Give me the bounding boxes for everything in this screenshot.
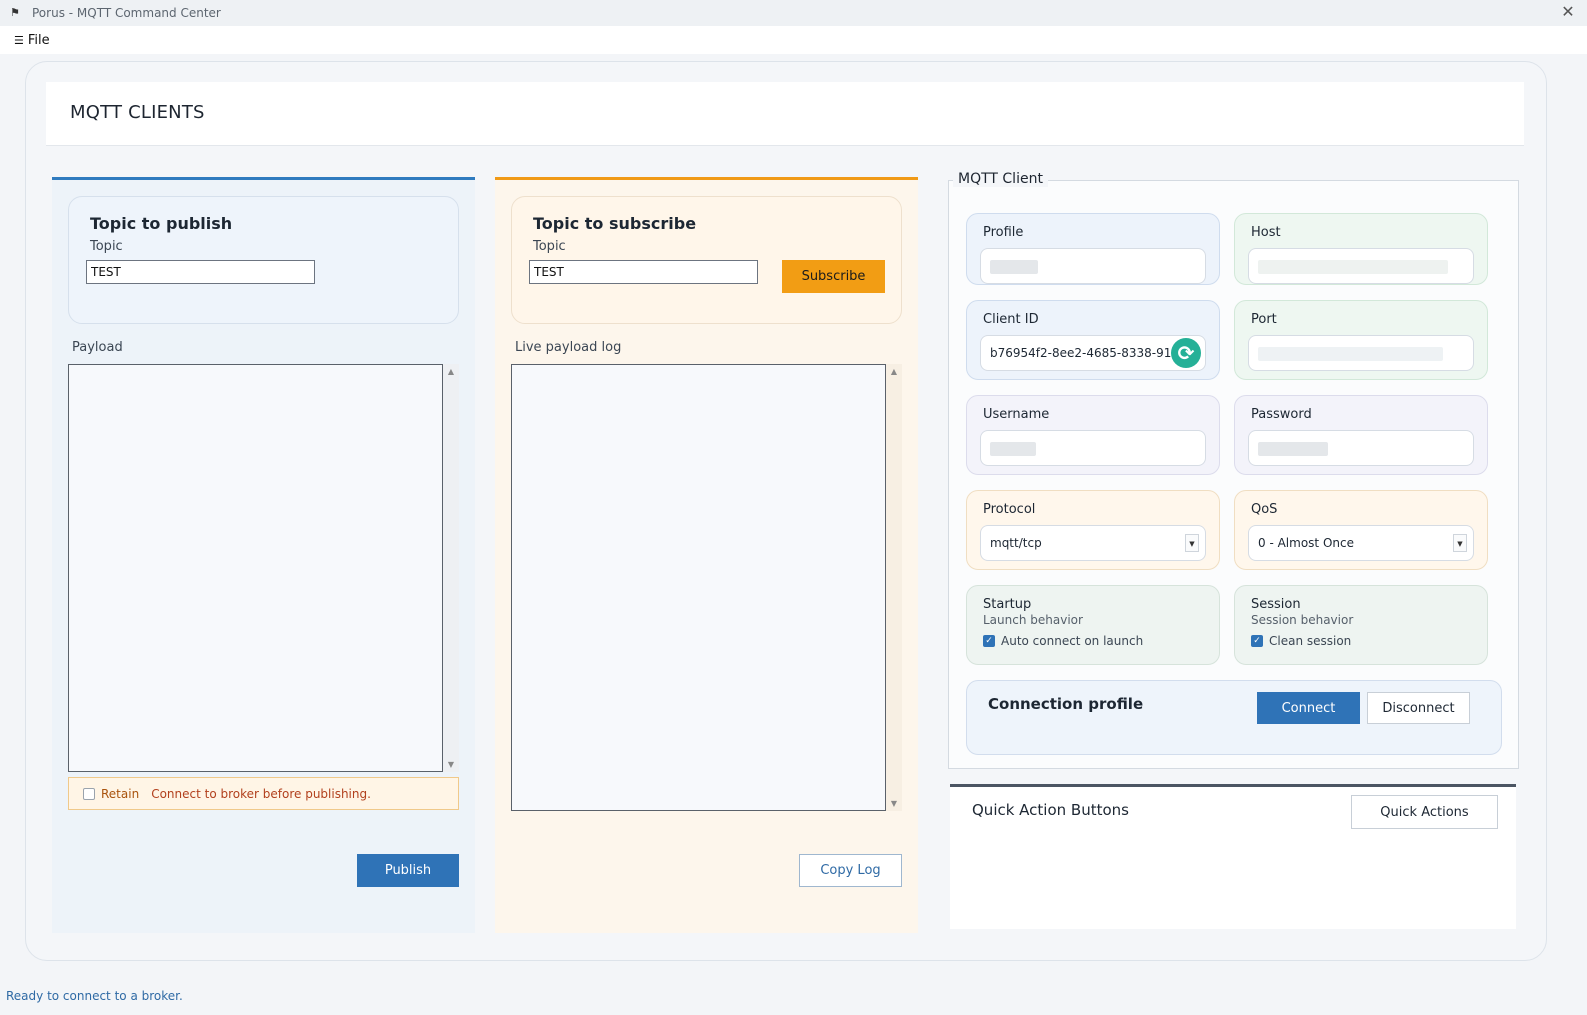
page-title: MQTT CLIENTS bbox=[70, 102, 205, 123]
publish-card-title: Topic to publish bbox=[90, 214, 233, 233]
port-input[interactable] bbox=[1248, 335, 1474, 371]
auto-connect-checkbox[interactable]: ✓ Auto connect on launch bbox=[983, 634, 1143, 648]
password-input[interactable] bbox=[1248, 430, 1474, 466]
publish-panel: Topic to publish Topic Payload ▲ ▼ Retai… bbox=[52, 177, 475, 933]
menu-file[interactable]: ☰ File bbox=[14, 33, 50, 48]
protocol-value: mqtt/tcp bbox=[990, 536, 1042, 550]
auto-connect-label: Auto connect on launch bbox=[1001, 634, 1144, 648]
connection-profile-card: Connection profile Connect Disconnect bbox=[966, 680, 1502, 755]
client-id-label: Client ID bbox=[983, 312, 1039, 327]
subscribe-button[interactable]: Subscribe bbox=[782, 260, 885, 293]
username-field: Username bbox=[966, 395, 1220, 475]
mqtt-client-group: MQTT Client Profile Host Client ID b7695… bbox=[948, 171, 1519, 769]
startup-sub: Launch behavior bbox=[983, 613, 1083, 627]
password-field: Password bbox=[1234, 395, 1488, 475]
port-label: Port bbox=[1251, 312, 1277, 327]
app-icon: ⚑ bbox=[10, 6, 20, 19]
window-title: Porus - MQTT Command Center bbox=[32, 6, 221, 20]
close-icon[interactable]: ✕ bbox=[1559, 3, 1577, 21]
payload-label: Payload bbox=[72, 340, 123, 355]
profile-label: Profile bbox=[983, 225, 1024, 240]
checkmark-icon: ✓ bbox=[983, 635, 995, 647]
startup-field: Startup Launch behavior ✓ Auto connect o… bbox=[966, 585, 1220, 665]
client-id-input[interactable]: b76954f2-8ee2-4685-8338-91 ⟳ bbox=[980, 335, 1206, 371]
subscribe-topic-input[interactable] bbox=[529, 260, 758, 284]
connection-profile-title: Connection profile bbox=[988, 695, 1144, 713]
publish-button[interactable]: Publish bbox=[357, 854, 459, 887]
qos-value: 0 - Almost Once bbox=[1258, 536, 1354, 550]
host-label: Host bbox=[1251, 225, 1281, 240]
quick-actions-panel: Quick Action Buttons Quick Actions bbox=[950, 784, 1516, 929]
clean-session-checkbox[interactable]: ✓ Clean session bbox=[1251, 634, 1351, 648]
title-bar: ⚑ Porus - MQTT Command Center ✕ bbox=[0, 0, 1587, 26]
protocol-field: Protocol mqtt/tcp ▼ bbox=[966, 490, 1220, 570]
publish-topic-label: Topic bbox=[90, 239, 123, 254]
retain-row: Retain Connect to broker before publishi… bbox=[68, 777, 459, 810]
checkmark-icon: ✓ bbox=[1251, 635, 1263, 647]
scroll-down-icon[interactable]: ▼ bbox=[446, 760, 456, 769]
refresh-icon[interactable]: ⟳ bbox=[1171, 338, 1201, 368]
header-card: MQTT CLIENTS bbox=[46, 82, 1524, 146]
live-log-label: Live payload log bbox=[515, 340, 622, 355]
scroll-up-icon[interactable]: ▲ bbox=[889, 367, 899, 376]
status-bar: Ready to connect to a broker. bbox=[0, 985, 1587, 1015]
menu-bar: ☰ File bbox=[0, 26, 1587, 54]
retain-checkbox[interactable] bbox=[83, 787, 95, 800]
chevron-down-icon[interactable]: ▼ bbox=[1453, 534, 1467, 552]
session-sub: Session behavior bbox=[1251, 613, 1354, 627]
subscribe-topic-label: Topic bbox=[533, 239, 566, 254]
username-label: Username bbox=[983, 407, 1050, 422]
clean-session-label: Clean session bbox=[1269, 634, 1352, 648]
username-input[interactable] bbox=[980, 430, 1206, 466]
copy-log-button[interactable]: Copy Log bbox=[799, 854, 902, 887]
payload-scrollbar[interactable]: ▲ ▼ bbox=[443, 364, 459, 772]
profile-input[interactable] bbox=[980, 248, 1206, 284]
disconnect-button[interactable]: Disconnect bbox=[1367, 692, 1470, 724]
protocol-select[interactable]: mqtt/tcp ▼ bbox=[980, 525, 1206, 561]
subscribe-topic-card: Topic to subscribe Topic Subscribe bbox=[511, 196, 902, 324]
scroll-up-icon[interactable]: ▲ bbox=[446, 367, 456, 376]
payload-textarea[interactable] bbox=[68, 364, 443, 772]
profile-field: Profile bbox=[966, 213, 1220, 285]
qos-field: QoS 0 - Almost Once ▼ bbox=[1234, 490, 1488, 570]
port-field: Port bbox=[1234, 300, 1488, 380]
qos-select[interactable]: 0 - Almost Once ▼ bbox=[1248, 525, 1474, 561]
client-id-value: b76954f2-8ee2-4685-8338-91 bbox=[990, 346, 1172, 360]
quick-actions-title: Quick Action Buttons bbox=[972, 801, 1129, 819]
live-log-scrollbar[interactable]: ▲ ▼ bbox=[886, 364, 902, 811]
subscribe-card-title: Topic to subscribe bbox=[533, 214, 697, 233]
startup-label: Startup bbox=[983, 597, 1032, 612]
quick-actions-button[interactable]: Quick Actions bbox=[1351, 795, 1498, 829]
host-field: Host bbox=[1234, 213, 1488, 285]
qos-label: QoS bbox=[1251, 502, 1278, 517]
protocol-label: Protocol bbox=[983, 502, 1036, 517]
mqtt-client-legend: MQTT Client bbox=[953, 171, 1048, 187]
chevron-down-icon[interactable]: ▼ bbox=[1185, 534, 1199, 552]
retain-label[interactable]: Retain bbox=[101, 787, 139, 801]
publish-topic-card: Topic to publish Topic bbox=[68, 196, 459, 324]
host-input[interactable] bbox=[1248, 248, 1474, 284]
password-label: Password bbox=[1251, 407, 1312, 422]
scroll-down-icon[interactable]: ▼ bbox=[889, 799, 899, 808]
session-field: Session Session behavior ✓ Clean session bbox=[1234, 585, 1488, 665]
session-label: Session bbox=[1251, 597, 1301, 612]
subscribe-panel: Topic to subscribe Topic Subscribe Live … bbox=[495, 177, 918, 933]
publish-warning: Connect to broker before publishing. bbox=[151, 786, 371, 801]
live-log-textarea[interactable] bbox=[511, 364, 886, 811]
menu-file-label: File bbox=[27, 32, 50, 48]
publish-topic-input[interactable] bbox=[86, 260, 315, 284]
status-text: Ready to connect to a broker. bbox=[6, 989, 183, 1003]
connect-button[interactable]: Connect bbox=[1257, 692, 1360, 724]
file-menu-icon: ☰ bbox=[14, 33, 24, 47]
client-id-field: Client ID b76954f2-8ee2-4685-8338-91 ⟳ bbox=[966, 300, 1220, 380]
